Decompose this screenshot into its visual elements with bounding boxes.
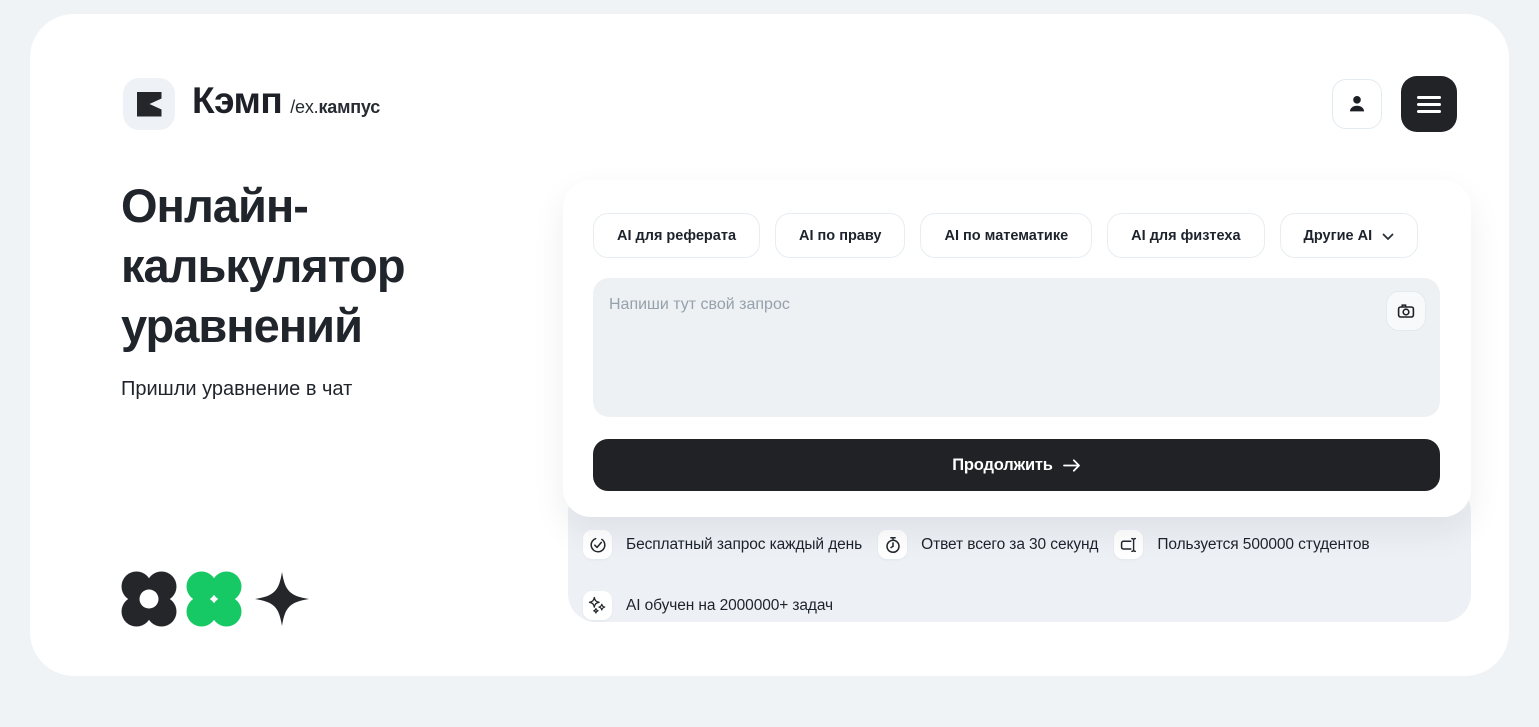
feature-text: Пользуется 500000 студентов	[1157, 536, 1369, 554]
text-input-icon	[1114, 530, 1143, 559]
tab-ai-referat[interactable]: AI для реферата	[593, 213, 760, 258]
brand-wordmark[interactable]: Кэмп /ex.кампус	[192, 80, 380, 122]
k-logo-icon	[137, 92, 162, 117]
tab-label: AI по праву	[799, 228, 881, 244]
logo[interactable]	[123, 78, 175, 130]
brand-suffix: /ex.кампус	[290, 97, 380, 118]
chevron-down-icon	[1382, 233, 1394, 241]
prompt-area	[593, 278, 1440, 417]
menu-button[interactable]	[1401, 76, 1457, 132]
star-sparkle-shape	[251, 571, 313, 627]
main-container: Кэмп /ex.кампус Онлайн-калькулятор уравн…	[30, 14, 1509, 676]
camera-icon	[1396, 301, 1416, 321]
tab-other-ai-dropdown[interactable]: Другие AI	[1280, 213, 1419, 258]
profile-button[interactable]	[1332, 79, 1382, 129]
clover-green-shape	[186, 571, 242, 627]
feature-text: AI обучен на 2000000+ задач	[626, 597, 833, 615]
brand-name: Кэмп	[192, 80, 282, 122]
chat-card: AI для реферата AI по праву AI по матема…	[563, 180, 1471, 517]
person-icon	[1346, 93, 1368, 115]
tab-ai-fizteh[interactable]: AI для физтеха	[1107, 213, 1264, 258]
tab-label: AI для реферата	[617, 228, 736, 244]
tab-label: AI по математике	[944, 228, 1068, 244]
sparkles-icon	[583, 591, 612, 620]
arrow-right-icon	[1063, 459, 1081, 472]
feature-item: AI обучен на 2000000+ задач	[583, 591, 833, 620]
ai-tabs: AI для реферата AI по праву AI по матема…	[593, 213, 1418, 258]
camera-upload-button[interactable]	[1386, 291, 1426, 331]
decorative-shapes	[121, 571, 313, 627]
feature-item: Пользуется 500000 студентов	[1114, 530, 1369, 559]
feature-text: Бесплатный запрос каждый день	[626, 536, 862, 554]
page-subtitle: Пришли уравнение в чат	[121, 378, 352, 401]
tab-label: Другие AI	[1304, 228, 1373, 244]
stopwatch-icon	[878, 530, 907, 559]
continue-button[interactable]: Продолжить	[593, 439, 1440, 491]
brand-suffix-plain: /ex.	[290, 97, 318, 117]
tab-label: AI для физтеха	[1131, 228, 1240, 244]
clover-black-shape	[121, 571, 177, 627]
tab-ai-matematika[interactable]: AI по математике	[920, 213, 1092, 258]
page-title: Онлайн-калькулятор уравнений	[121, 176, 461, 356]
continue-label: Продолжить	[952, 456, 1053, 475]
tab-ai-pravo[interactable]: AI по праву	[775, 213, 905, 258]
features-list: Бесплатный запрос каждый день Ответ всег…	[583, 530, 1443, 620]
brand-suffix-bold: кампус	[318, 97, 380, 117]
hamburger-menu-icon	[1417, 96, 1441, 113]
feature-text: Ответ всего за 30 секунд	[921, 536, 1098, 554]
feature-item: Ответ всего за 30 секунд	[878, 530, 1098, 559]
page: Кэмп /ex.кампус Онлайн-калькулятор уравн…	[0, 0, 1539, 727]
prompt-input[interactable]	[593, 278, 1440, 417]
check-circle-icon	[583, 530, 612, 559]
feature-item: Бесплатный запрос каждый день	[583, 530, 862, 559]
